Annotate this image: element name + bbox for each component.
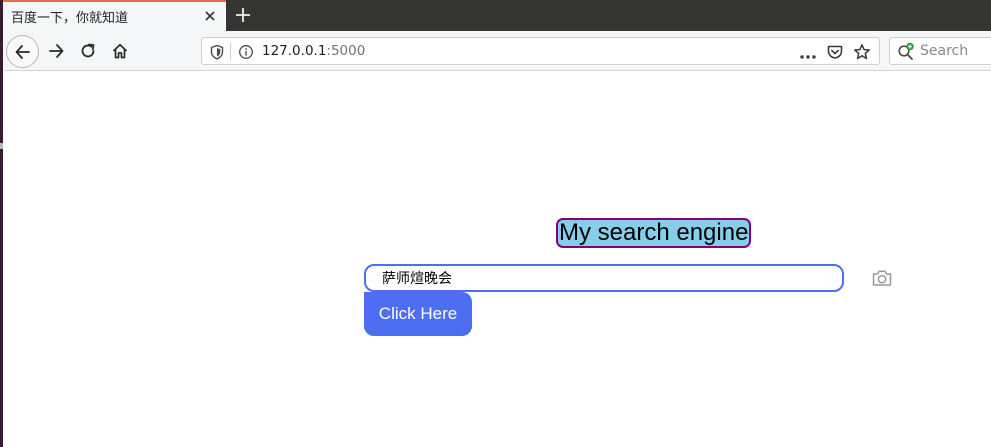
search-icon <box>897 42 915 64</box>
search-placeholder: Search <box>920 43 969 59</box>
close-icon[interactable] <box>202 8 218 24</box>
navigation-toolbar: 127.0.0.1:5000 Search <box>3 31 991 71</box>
star-icon[interactable] <box>853 43 871 65</box>
camera-icon[interactable] <box>871 268 893 292</box>
home-icon[interactable] <box>105 36 135 66</box>
browser-window: 百度一下，你就知道 127.0.0.1:5000 Search My searc… <box>0 0 991 447</box>
url-port: :5000 <box>326 43 366 59</box>
tab-strip: 百度一下，你就知道 <box>3 0 991 31</box>
browser-search-bar[interactable]: Search <box>889 37 991 65</box>
reload-icon[interactable] <box>73 36 103 66</box>
url-host: 127.0.0.1 <box>262 43 327 59</box>
more-dots-icon[interactable] <box>799 46 817 65</box>
forward-arrow-icon[interactable] <box>41 36 71 66</box>
pocket-icon[interactable] <box>826 43 844 65</box>
tab-active[interactable]: 百度一下，你就知道 <box>3 0 226 31</box>
submit-button[interactable]: Click Here <box>364 292 472 336</box>
search-input[interactable] <box>364 264 844 292</box>
plus-icon[interactable] <box>232 4 254 26</box>
page-content: My search engine Click Here <box>3 72 991 447</box>
page-title: My search engine <box>556 218 752 248</box>
url-separator <box>230 43 231 60</box>
url-text[interactable]: 127.0.0.1:5000 <box>262 43 365 59</box>
tab-title: 百度一下，你就知道 <box>11 11 129 26</box>
shield-icon[interactable] <box>210 44 224 64</box>
back-arrow-icon[interactable] <box>6 35 39 68</box>
url-bar[interactable]: 127.0.0.1:5000 <box>201 37 880 65</box>
info-icon[interactable] <box>238 44 254 64</box>
